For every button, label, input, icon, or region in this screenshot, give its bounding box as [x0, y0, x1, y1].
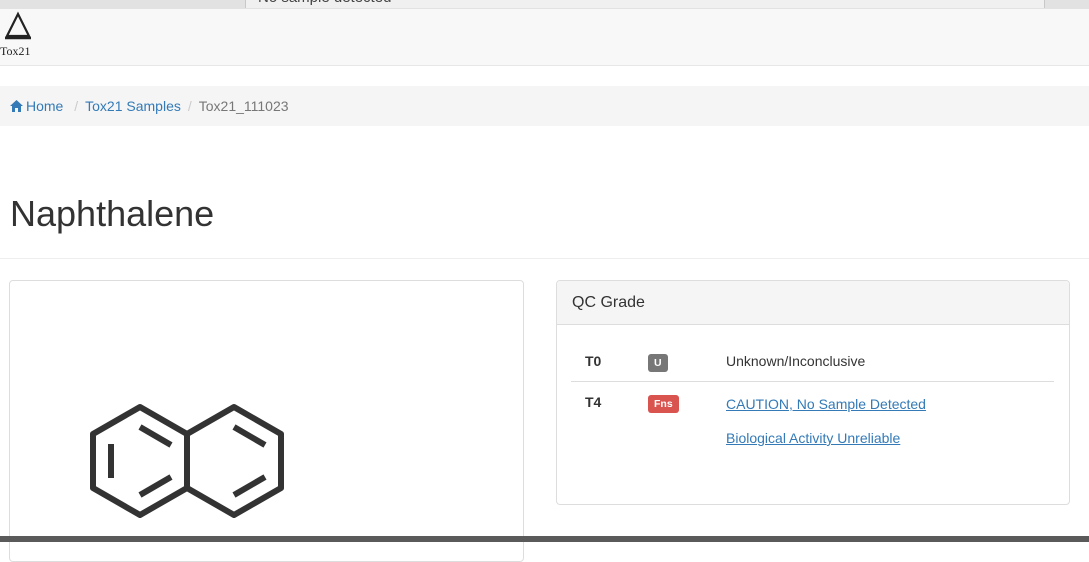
structure-panel — [9, 280, 524, 562]
breadcrumb-home[interactable]: Home — [10, 98, 67, 114]
navbar: Tox21 — [0, 9, 1089, 66]
activity-unreliable-link[interactable]: Biological Activity Unreliable — [726, 428, 1054, 448]
breadcrumb-samples[interactable]: Tox21 Samples — [85, 98, 181, 114]
grade-code: T4 — [585, 394, 602, 410]
breadcrumb-home-label: Home — [26, 98, 64, 114]
caution-link[interactable]: CAUTION, No Sample Detected — [726, 394, 1054, 414]
tooltip-strip: No sample detected — [0, 0, 1089, 9]
page-title: Naphthalene — [10, 193, 215, 234]
qc-grade-table: T0 U Unknown/Inconclusive T4 Fns CAUTION… — [571, 341, 1054, 448]
qc-grade-panel: QC Grade T0 U Unknown/Inconclusive T4 Fn… — [556, 280, 1070, 505]
breadcrumb-current: Tox21_111023 — [198, 98, 289, 114]
tooltip-text: No sample detected — [245, 0, 1045, 8]
naphthalene-structure-image — [90, 404, 284, 518]
grade-description: Unknown/Inconclusive — [726, 341, 1054, 382]
breadcrumb: Home / Tox21 Samples / Tox21_111023 — [0, 86, 1089, 126]
breadcrumb-separator: / — [187, 98, 192, 114]
home-icon — [10, 100, 23, 112]
grade-badge: Fns — [648, 395, 679, 413]
grade-badge: U — [648, 354, 668, 372]
table-row: T4 Fns CAUTION, No Sample Detected Biolo… — [571, 382, 1054, 449]
logo-text: Tox21 — [0, 44, 31, 58]
tox21-logo[interactable]: Tox21 — [0, 10, 36, 62]
title-divider — [0, 258, 1089, 259]
qc-grade-heading: QC Grade — [557, 281, 1069, 325]
bottom-shadow — [0, 536, 1089, 542]
breadcrumb-separator: / — [74, 98, 79, 114]
table-row: T0 U Unknown/Inconclusive — [571, 341, 1054, 382]
grade-code: T0 — [571, 341, 648, 382]
